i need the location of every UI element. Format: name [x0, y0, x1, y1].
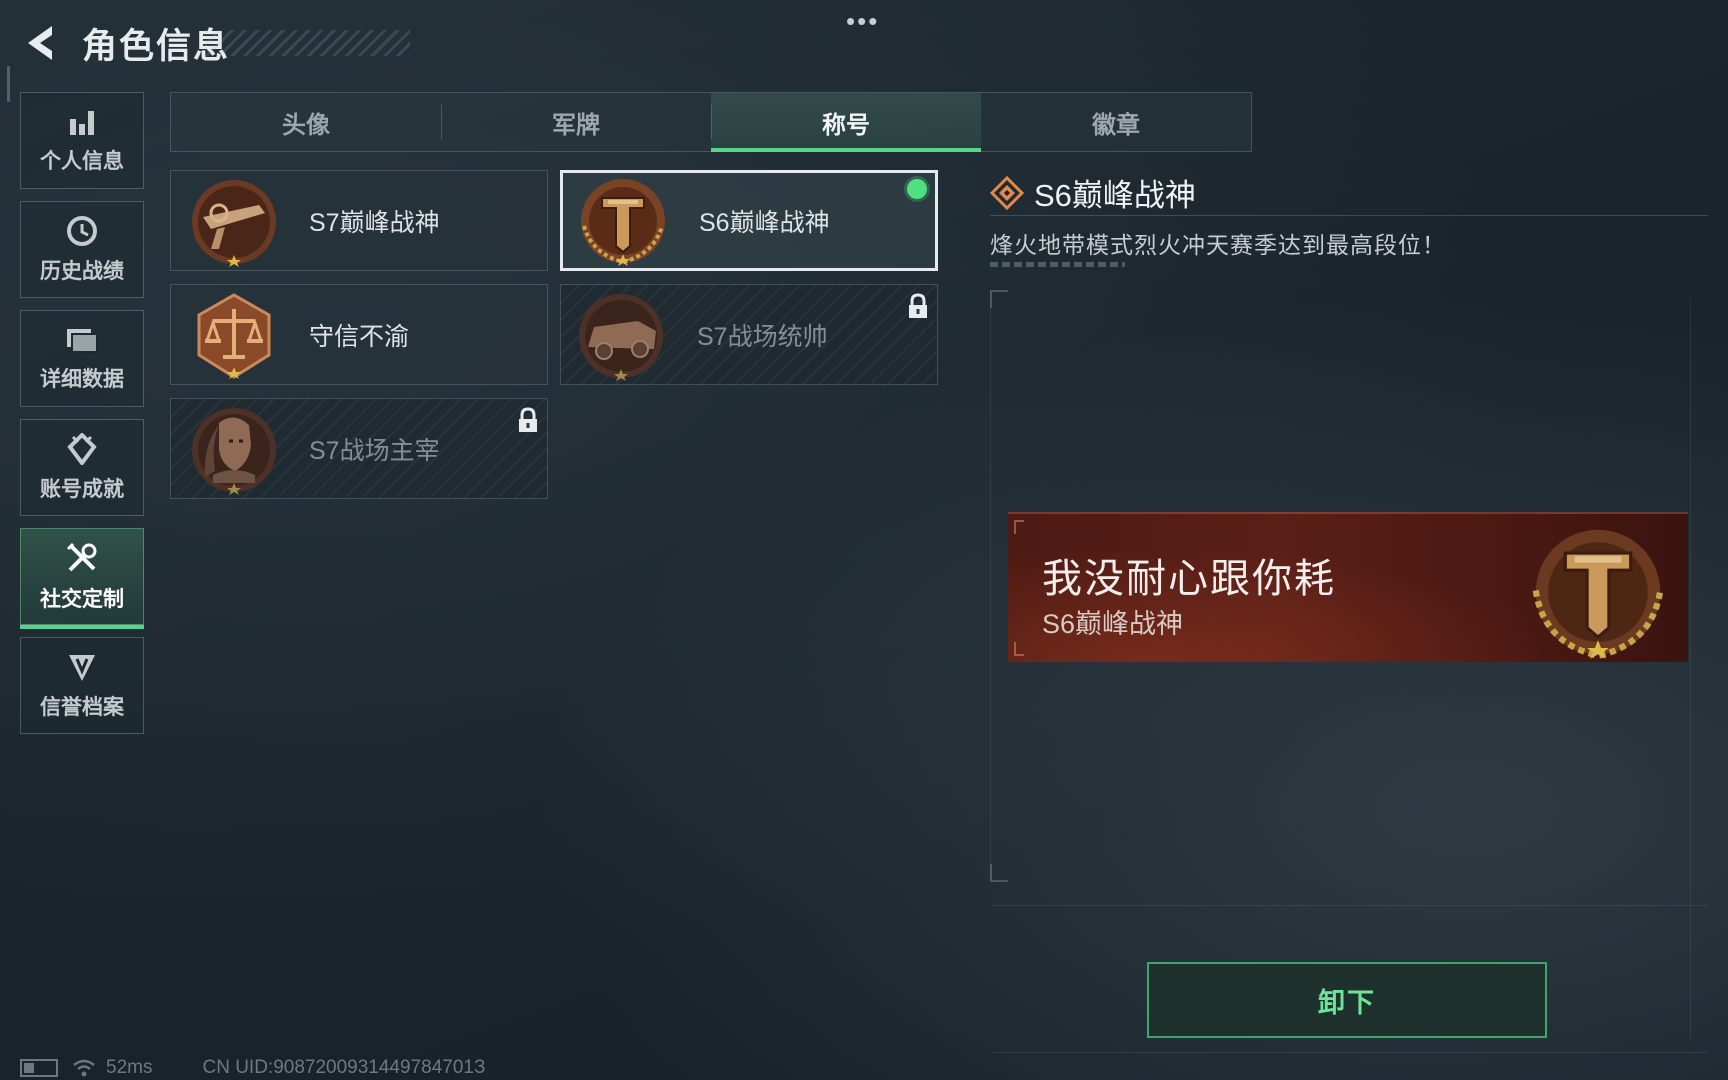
sidebar-item-detailed-data[interactable]: 详细数据	[20, 310, 144, 407]
sidebar-item-reputation[interactable]: 信誉档案	[20, 637, 144, 734]
tab-badge[interactable]: 徽章	[981, 93, 1251, 151]
lock-icon	[519, 407, 537, 432]
t-emblem-medal-icon	[1532, 529, 1664, 659]
unequip-button[interactable]: 卸下	[1147, 962, 1547, 1038]
status-bar: 52ms CN UID:9087200931449784701З	[20, 1056, 485, 1080]
sidebar-item-label: 个人信息	[40, 149, 124, 173]
back-arrow-icon	[28, 26, 52, 60]
equipped-indicator	[907, 179, 927, 199]
title-name: 守信不渝	[309, 322, 410, 351]
sidebar-item-label: 账号成就	[40, 477, 124, 501]
detail-title-name: S6巅峰战神	[1034, 178, 1196, 213]
detail-description: 烽火地带模式烈火冲天赛季达到最高段位！	[990, 232, 1446, 258]
sidebar-item-personal-info[interactable]: 个人信息	[20, 92, 144, 189]
unequip-button-label: 卸下	[1318, 987, 1376, 1018]
title-decoration	[205, 30, 410, 56]
title-name: S7战场统帅	[697, 322, 828, 351]
clock-icon	[67, 215, 97, 246]
sidebar-item-label: 信誉档案	[40, 695, 124, 719]
sidebar-item-history[interactable]: 历史战绩	[20, 201, 144, 298]
title-card-selected[interactable]: S6巅峰战神	[560, 170, 938, 271]
ping-readout: 52ms	[106, 1057, 153, 1078]
user-uid: CN UID:9087200931449784701З	[202, 1057, 486, 1078]
tab-dog-tag[interactable]: 军牌	[441, 93, 711, 151]
title-card[interactable]: S7巅峰战神	[170, 170, 548, 271]
header: 角色信息	[20, 18, 230, 68]
decorative-dash	[990, 262, 1125, 267]
more-options-button[interactable]: •••	[846, 6, 879, 37]
banner-player-name: 我没耐心跟你耗	[1042, 557, 1336, 601]
detail-title: S6巅峰战神	[990, 170, 1196, 215]
bg-grid-line	[990, 1052, 1708, 1053]
lock-icon	[909, 293, 927, 318]
t-emblem-medal-icon	[581, 179, 665, 266]
sidebar-accent	[7, 66, 10, 102]
tab-avatar[interactable]: 头像	[171, 93, 441, 151]
vehicle-medal-icon	[579, 294, 663, 381]
divider	[990, 215, 1708, 216]
wifi-icon	[73, 1059, 95, 1077]
scales-medal-icon	[197, 293, 271, 379]
achievement-icon	[67, 432, 97, 465]
sidebar-item-label: 历史战绩	[40, 259, 124, 283]
warrior-medal-icon	[192, 408, 276, 495]
banner-corner	[1014, 520, 1024, 534]
bg-grid-line	[990, 905, 1708, 906]
bar-chart-icon	[70, 110, 94, 135]
title-name: S6巅峰战神	[699, 208, 830, 237]
frame-corner	[990, 290, 1008, 308]
bg-grid-line	[1690, 300, 1691, 1040]
title-card[interactable]: 守信不渝	[170, 284, 548, 385]
back-button[interactable]	[20, 21, 60, 65]
tab-title[interactable]: 称号	[711, 93, 981, 152]
title-banner-preview: 我没耐心跟你耗 S6巅峰战神	[1008, 512, 1688, 662]
diamond-icon	[990, 175, 1024, 210]
folder-icon	[67, 328, 98, 353]
shield-icon	[69, 654, 95, 681]
bg-grid-line	[990, 290, 991, 880]
frame-corner	[990, 864, 1008, 882]
banner-corner	[1014, 642, 1024, 656]
sidebar-item-label: 社交定制	[40, 587, 124, 611]
title-name: S7战场主宰	[309, 436, 440, 465]
crossbow-medal-icon	[192, 180, 276, 267]
title-card-locked[interactable]: S7战场统帅	[560, 284, 938, 385]
tools-icon	[66, 542, 97, 571]
battery-icon	[20, 1059, 58, 1077]
sidebar-item-achievements[interactable]: 账号成就	[20, 419, 144, 516]
sidebar-item-social-customization[interactable]: 社交定制	[20, 528, 144, 629]
tab-bar: 头像 军牌 称号 徽章	[170, 92, 1252, 152]
title-name: S7巅峰战神	[309, 208, 440, 237]
sidebar-item-label: 详细数据	[40, 367, 124, 391]
title-card-locked[interactable]: S7战场主宰	[170, 398, 548, 499]
banner-title: S6巅峰战神	[1042, 609, 1184, 639]
sidebar: 个人信息 历史战绩 详细数据 账号成就 社交定制 信誉档案	[20, 92, 144, 746]
